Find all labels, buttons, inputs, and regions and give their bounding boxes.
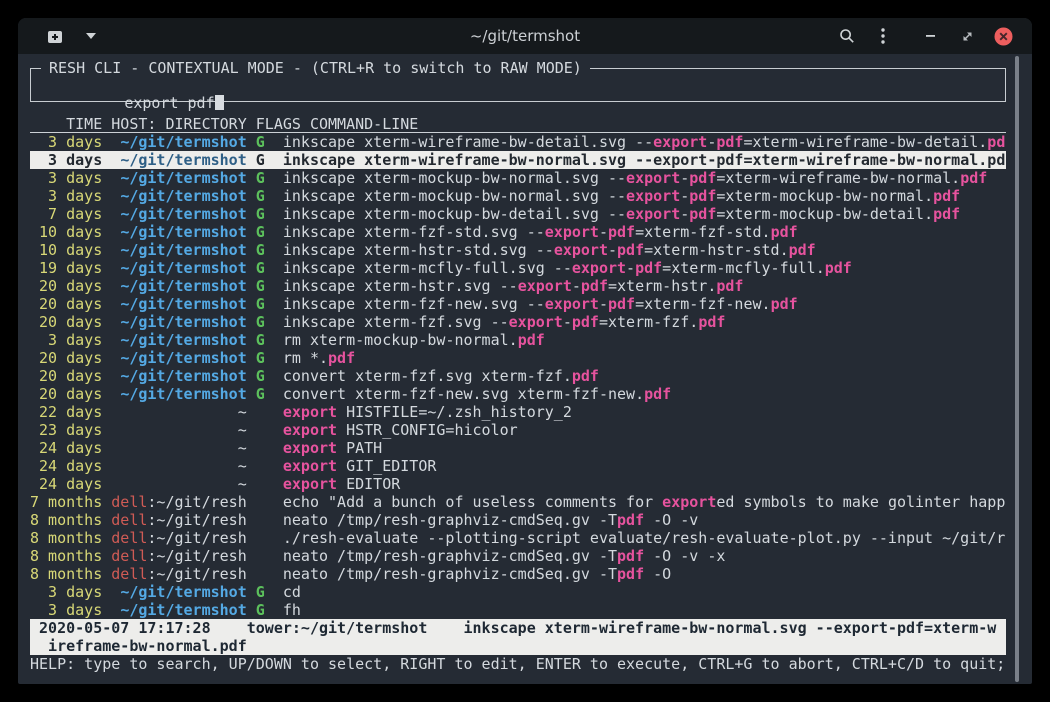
history-row[interactable]: 8 months dell:~/git/resh neato /tmp/resh… — [30, 511, 1006, 529]
minimize-button[interactable] — [916, 21, 946, 51]
text-cursor — [215, 95, 224, 110]
history-row[interactable]: 24 days ~ export PATH — [30, 439, 1006, 457]
restore-icon — [961, 30, 974, 43]
scrollbar-thumb[interactable] — [1015, 56, 1019, 682]
search-input[interactable]: export pdf — [124, 94, 214, 112]
history-row[interactable]: 24 days ~ export GIT_EDITOR — [30, 457, 1006, 475]
history-row[interactable]: 3 days ~/git/termshot G inkscape xterm-m… — [30, 169, 1006, 187]
search-icon — [839, 28, 855, 44]
history-row[interactable]: 24 days ~ export EDITOR — [30, 475, 1006, 493]
history-row[interactable]: 7 months dell:~/git/resh echo "Add a bun… — [30, 493, 1006, 511]
history-row[interactable]: 20 days ~/git/termshot G rm *.pdf — [30, 349, 1006, 367]
terminal-screen: RESH CLI - CONTEXTUAL MODE - (CTRL+R to … — [18, 54, 1032, 684]
history-row[interactable]: 10 days ~/git/termshot G inkscape xterm-… — [30, 241, 1006, 259]
tab-dropdown-button[interactable] — [76, 21, 106, 51]
history-row[interactable]: 8 months dell:~/git/resh ./resh-evaluate… — [30, 529, 1006, 547]
search-button[interactable] — [832, 21, 862, 51]
history-row[interactable]: 19 days ~/git/termshot G inkscape xterm-… — [30, 259, 1006, 277]
history-row[interactable]: 10 days ~/git/termshot G inkscape xterm-… — [30, 223, 1006, 241]
history-row[interactable]: 22 days ~ export HISTFILE=~/.zsh_history… — [30, 403, 1006, 421]
history-row[interactable]: 20 days ~/git/termshot G convert xterm-f… — [30, 385, 1006, 403]
menu-kebab-icon — [881, 28, 885, 44]
selected-entry-status: 2020-05-07 17:17:28 tower:~/git/termshot… — [30, 619, 1006, 655]
history-row[interactable]: 3 days ~/git/termshot G cd — [30, 583, 1006, 601]
titlebar: ~/git/termshot — [18, 18, 1032, 54]
scrollbar[interactable] — [1015, 56, 1019, 682]
history-row[interactable]: 3 days ~/git/termshot G inkscape xterm-w… — [30, 133, 1006, 151]
status-line-2: ireframe-bw-normal.pdf — [30, 637, 1006, 655]
close-icon — [994, 27, 1013, 46]
history-row[interactable]: 8 months dell:~/git/resh neato /tmp/resh… — [30, 547, 1006, 565]
new-tab-icon — [47, 29, 63, 44]
history-row[interactable]: 3 days ~/git/termshot G fh — [30, 601, 1006, 619]
status-line-1: 2020-05-07 17:17:28 tower:~/git/termshot… — [30, 619, 1006, 637]
history-row[interactable]: 20 days ~/git/termshot G convert xterm-f… — [30, 367, 1006, 385]
history-row[interactable]: 8 months dell:~/git/resh neato /tmp/resh… — [30, 565, 1006, 583]
help-line: HELP: type to search, UP/DOWN to select,… — [30, 655, 1006, 673]
history-row[interactable]: 3 days ~/git/termshot G rm xterm-mockup-… — [30, 331, 1006, 349]
search-box-title: RESH CLI - CONTEXTUAL MODE - (CTRL+R to … — [41, 59, 590, 77]
minimize-icon — [925, 34, 937, 38]
search-box[interactable]: RESH CLI - CONTEXTUAL MODE - (CTRL+R to … — [30, 68, 1006, 102]
menu-button[interactable] — [868, 21, 898, 51]
history-rows: 3 days ~/git/termshot G inkscape xterm-w… — [30, 133, 1006, 619]
new-tab-button[interactable] — [40, 21, 70, 51]
terminal-window: ~/git/termshot — [18, 18, 1032, 684]
history-row[interactable]: 23 days ~ export HSTR_CONFIG=hicolor — [30, 421, 1006, 439]
history-row[interactable]: 3 days ~/git/termshot G inkscape xterm-w… — [30, 151, 1006, 169]
history-row[interactable]: 20 days ~/git/termshot G inkscape xterm-… — [30, 295, 1006, 313]
history-row[interactable]: 20 days ~/git/termshot G inkscape xterm-… — [30, 313, 1006, 331]
chevron-down-icon — [86, 33, 96, 39]
history-row[interactable]: 7 days ~/git/termshot G inkscape xterm-m… — [30, 205, 1006, 223]
restore-button[interactable] — [952, 21, 982, 51]
history-row[interactable]: 20 days ~/git/termshot G inkscape xterm-… — [30, 277, 1006, 295]
close-button[interactable] — [988, 21, 1018, 51]
history-row[interactable]: 3 days ~/git/termshot G inkscape xterm-m… — [30, 187, 1006, 205]
